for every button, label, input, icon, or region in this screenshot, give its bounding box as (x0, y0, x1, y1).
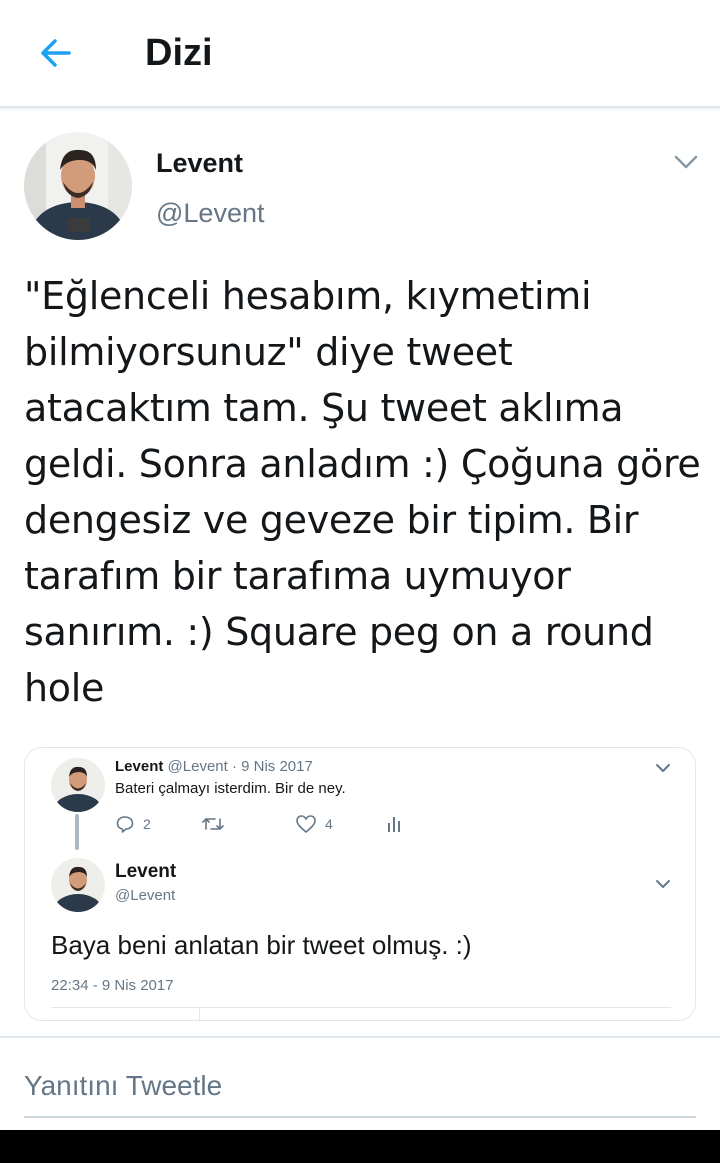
tweet-actions: 2 4 (115, 814, 415, 838)
quoted-parent-menu-button[interactable] (653, 760, 673, 776)
reply-placeholder: Yanıtını Tweetle (24, 1070, 223, 1101)
reply-input[interactable]: Yanıtını Tweetle (24, 1062, 696, 1118)
reply-count: 2 (143, 816, 151, 832)
top-bar: Dizi (0, 0, 720, 108)
divider (0, 1036, 720, 1038)
retweet-icon (202, 818, 224, 830)
tweet-text: "Eğlenceli hesabım, kıymetimi bilmiyorsu… (24, 274, 701, 710)
quoted-parent-handle-date: @Levent · 9 Nis 2017 (167, 758, 313, 775)
avatar[interactable] (51, 858, 105, 912)
author-name[interactable]: Levent (156, 146, 243, 180)
divider (199, 1008, 200, 1020)
analytics-icon (388, 817, 400, 832)
divider (51, 1007, 671, 1008)
avatar[interactable] (24, 132, 132, 240)
analytics-action[interactable] (385, 814, 403, 834)
page-title: Dizi (145, 32, 213, 74)
quoted-reply-handle[interactable]: @Levent (115, 886, 175, 906)
quoted-reply-timestamp[interactable]: 22:34 - 9 Nis 2017 (51, 976, 174, 996)
like-count: 4 (325, 816, 333, 832)
like-action[interactable]: 4 (295, 814, 333, 834)
tweet-menu-button[interactable] (670, 148, 702, 176)
chevron-down-icon (656, 880, 670, 888)
quoted-parent-header: Levent @Levent · 9 Nis 2017 (115, 757, 313, 777)
retweet-action[interactable] (201, 814, 225, 834)
reply-icon (116, 816, 134, 833)
author-handle[interactable]: @Levent (156, 196, 264, 230)
avatar[interactable] (51, 758, 105, 812)
system-nav-bar (0, 1130, 720, 1163)
chevron-down-icon (674, 155, 698, 169)
quoted-tweet-card[interactable]: Levent @Levent · 9 Nis 2017 Bateri çalma… (24, 747, 696, 1021)
quoted-reply-text: Baya beni anlatan bir tweet olmuş. :) (51, 930, 472, 960)
heart-icon (296, 815, 316, 833)
quoted-reply-name[interactable]: Levent (115, 860, 176, 884)
thread-connector (75, 814, 79, 850)
reply-action[interactable]: 2 (115, 814, 151, 834)
arrow-left-icon (41, 39, 71, 67)
quoted-reply-menu-button[interactable] (653, 876, 673, 892)
quoted-parent-name[interactable]: Levent (115, 758, 163, 775)
quoted-parent-text: Bateri çalmayı isterdim. Bir de ney. (115, 780, 346, 797)
back-button[interactable] (30, 30, 80, 76)
chevron-down-icon (656, 764, 670, 772)
